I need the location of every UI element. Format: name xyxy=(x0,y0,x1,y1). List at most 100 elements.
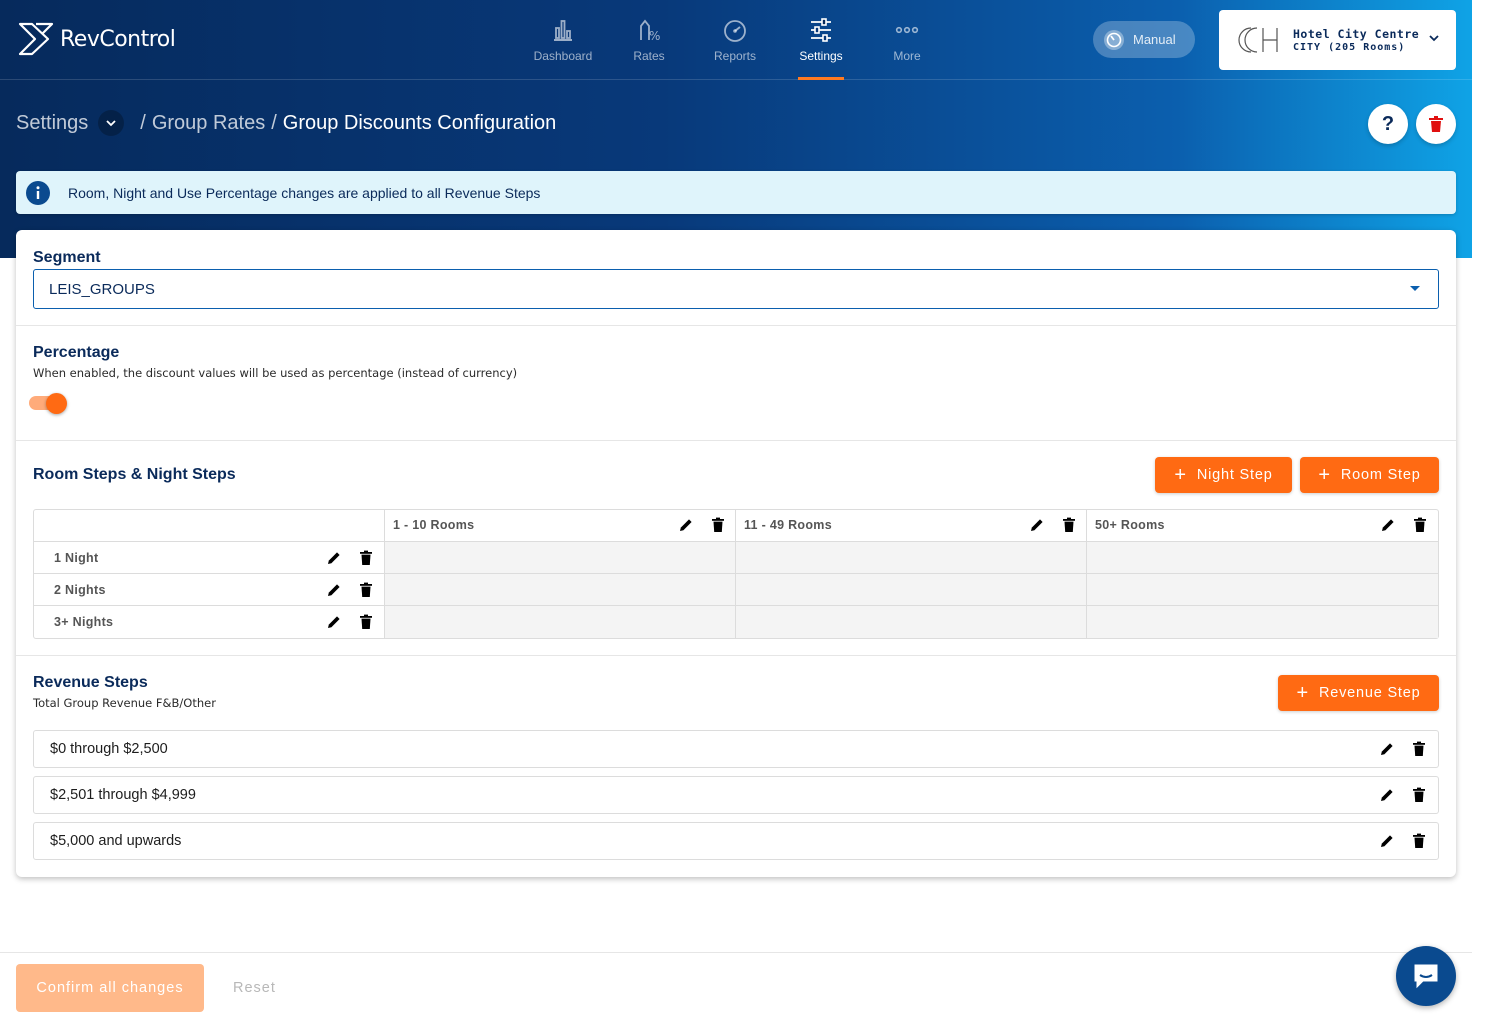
trash-icon[interactable] xyxy=(1411,741,1427,757)
revenue-step-label: $0 through $2,500 xyxy=(50,741,168,757)
edit-pencil-icon[interactable] xyxy=(1379,787,1395,803)
help-label: ? xyxy=(1381,112,1395,135)
hotel-logo-icon xyxy=(1238,27,1278,53)
trash-icon[interactable] xyxy=(710,517,726,533)
hotel-name: Hotel City Centre xyxy=(1293,27,1420,41)
nav-dashboard-label: Dashboard xyxy=(533,49,593,63)
add-revenue-step-label: Revenue Step xyxy=(1318,685,1421,701)
nav-more[interactable]: More xyxy=(864,0,950,80)
trash-icon[interactable] xyxy=(1411,833,1427,849)
reset-button[interactable]: Reset xyxy=(233,980,276,996)
trash-icon[interactable] xyxy=(1412,517,1428,533)
edit-pencil-icon[interactable] xyxy=(326,550,342,566)
night-row-label: 1 Night xyxy=(54,551,99,565)
manual-mode-button[interactable]: Manual xyxy=(1093,21,1195,58)
app-logo[interactable]: RevControl xyxy=(18,22,176,56)
add-room-step-button[interactable]: + Room Step xyxy=(1300,457,1439,493)
steps-grid: 1 - 10 Rooms 11 - 49 Rooms 50+ Rooms 1 N… xyxy=(33,509,1439,639)
hotel-selector[interactable]: Hotel City Centre CITY (205 Rooms) xyxy=(1219,10,1456,70)
revenue-title: Revenue Steps xyxy=(33,674,148,691)
page-title: Group Discounts Configuration xyxy=(282,111,557,134)
edit-pencil-icon[interactable] xyxy=(326,582,342,598)
night-step-row: 1 Night xyxy=(34,542,1438,574)
nav-reports-label: Reports xyxy=(713,49,757,63)
discount-cell[interactable] xyxy=(384,606,736,638)
revenue-step-item[interactable]: $0 through $2,500 xyxy=(33,730,1439,768)
info-icon xyxy=(26,180,50,205)
edit-pencil-icon[interactable] xyxy=(326,614,342,630)
percentage-section-header: Percentage When enabled, the discount va… xyxy=(33,344,517,380)
svg-text:%: % xyxy=(649,29,660,43)
breadcrumb-settings[interactable]: Settings xyxy=(16,112,88,135)
breadcrumb-separator: / xyxy=(271,111,277,134)
discount-cell[interactable] xyxy=(1086,574,1438,605)
discount-cell[interactable] xyxy=(384,542,736,573)
revenue-step-item[interactable]: $2,501 through $4,999 xyxy=(33,776,1439,814)
add-room-step-label: Room Step xyxy=(1340,467,1421,483)
add-revenue-step-button[interactable]: + Revenue Step xyxy=(1278,675,1439,711)
segment-select[interactable]: LEIS_GROUPS xyxy=(33,269,1439,309)
revenue-step-label: $2,501 through $4,999 xyxy=(50,787,196,803)
trash-icon[interactable] xyxy=(358,614,374,630)
delete-configuration-button[interactable] xyxy=(1416,104,1456,144)
speedometer-icon xyxy=(1104,29,1124,50)
nav-reports[interactable]: Reports xyxy=(692,0,778,80)
room-column-label: 11 - 49 Rooms xyxy=(744,518,832,532)
revenue-section-header: Revenue Steps Total Group Revenue F&B/Ot… xyxy=(33,674,216,710)
edit-pencil-icon[interactable] xyxy=(1379,833,1395,849)
top-navigation-bar: RevControl Dashboard % Rates Reports Set… xyxy=(0,0,1472,80)
nav-settings-label: Settings xyxy=(799,49,843,63)
percentage-description: When enabled, the discount values will b… xyxy=(33,366,518,380)
info-banner-text: Room, Night and Use Percentage changes a… xyxy=(68,184,541,201)
percentage-toggle-knob[interactable] xyxy=(46,393,67,414)
section-divider xyxy=(16,440,1456,441)
room-column-header: 11 - 49 Rooms xyxy=(735,510,1087,541)
revenue-step-item[interactable]: $5,000 and upwards xyxy=(33,822,1439,860)
room-column-header: 50+ Rooms xyxy=(1086,510,1438,541)
manual-mode-label: Manual xyxy=(1133,32,1176,47)
nav-rates-label: Rates xyxy=(633,49,665,63)
edit-pencil-icon[interactable] xyxy=(1380,517,1396,533)
edit-pencil-icon[interactable] xyxy=(1379,741,1395,757)
night-step-row: 2 Nights xyxy=(34,574,1438,606)
nav-settings[interactable]: Settings xyxy=(778,0,864,80)
breadcrumb-group-rates[interactable]: Group Rates xyxy=(152,112,265,135)
night-row-label: 3+ Nights xyxy=(54,615,114,629)
page-gutter xyxy=(1472,0,1487,1032)
edit-pencil-icon[interactable] xyxy=(1029,517,1045,533)
discount-cell[interactable] xyxy=(1086,542,1438,573)
add-night-step-button[interactable]: + Night Step xyxy=(1155,457,1292,493)
trash-icon[interactable] xyxy=(358,582,374,598)
hotel-subtitle: CITY (205 Rooms) xyxy=(1293,42,1406,53)
plus-icon: + xyxy=(1174,464,1187,486)
chevron-down-icon xyxy=(106,120,116,127)
help-button[interactable]: ? xyxy=(1368,104,1408,144)
segment-label: Segment xyxy=(33,249,101,266)
plus-icon: + xyxy=(1296,682,1309,704)
trash-icon[interactable] xyxy=(1411,787,1427,803)
breadcrumb-separator: / xyxy=(140,111,146,134)
grid-header-row: 1 - 10 Rooms 11 - 49 Rooms 50+ Rooms xyxy=(34,510,1438,542)
nav-rates[interactable]: % Rates xyxy=(606,0,692,80)
chevron-down-icon xyxy=(1429,35,1439,42)
section-divider xyxy=(16,655,1456,656)
gauge-icon xyxy=(724,20,746,42)
revenue-subtitle: Total Group Revenue F&B/Other xyxy=(33,696,216,710)
nav-dashboard[interactable]: Dashboard xyxy=(520,0,606,80)
trash-icon[interactable] xyxy=(1061,517,1077,533)
info-banner: Room, Night and Use Percentage changes a… xyxy=(16,171,1456,214)
plus-icon: + xyxy=(1318,464,1331,486)
breadcrumb-dropdown-button[interactable] xyxy=(98,110,125,136)
chat-bubble-icon xyxy=(1414,964,1438,989)
discount-cell[interactable] xyxy=(735,606,1087,638)
edit-pencil-icon[interactable] xyxy=(678,517,694,533)
steps-title: Room Steps & Night Steps xyxy=(33,466,236,483)
discount-cell[interactable] xyxy=(735,574,1087,605)
discount-cell[interactable] xyxy=(1086,606,1438,638)
trash-icon[interactable] xyxy=(358,550,374,566)
chat-support-button[interactable] xyxy=(1396,946,1456,1006)
confirm-changes-button[interactable]: Confirm all changes xyxy=(16,964,204,1012)
discount-cell[interactable] xyxy=(384,574,736,605)
app-name: RevControl xyxy=(60,26,176,52)
discount-cell[interactable] xyxy=(735,542,1087,573)
